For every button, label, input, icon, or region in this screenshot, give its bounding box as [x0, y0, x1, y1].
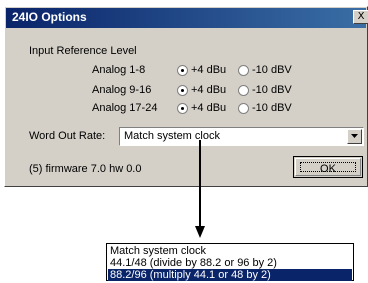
word-out-rate-options-list: Match system clock 44.1/48 (divide by 88… [106, 243, 354, 281]
option-44-1-48[interactable]: 44.1/48 (divide by 88.2 or 96 by 2) [108, 257, 352, 269]
option-88-2-96[interactable]: 88.2/96 (multiply 44.1 or 48 by 2) [108, 269, 352, 281]
option-match-system-clock[interactable]: Match system clock [108, 245, 352, 257]
callout-arrow [195, 140, 205, 238]
callout-arrow-head [195, 226, 205, 238]
